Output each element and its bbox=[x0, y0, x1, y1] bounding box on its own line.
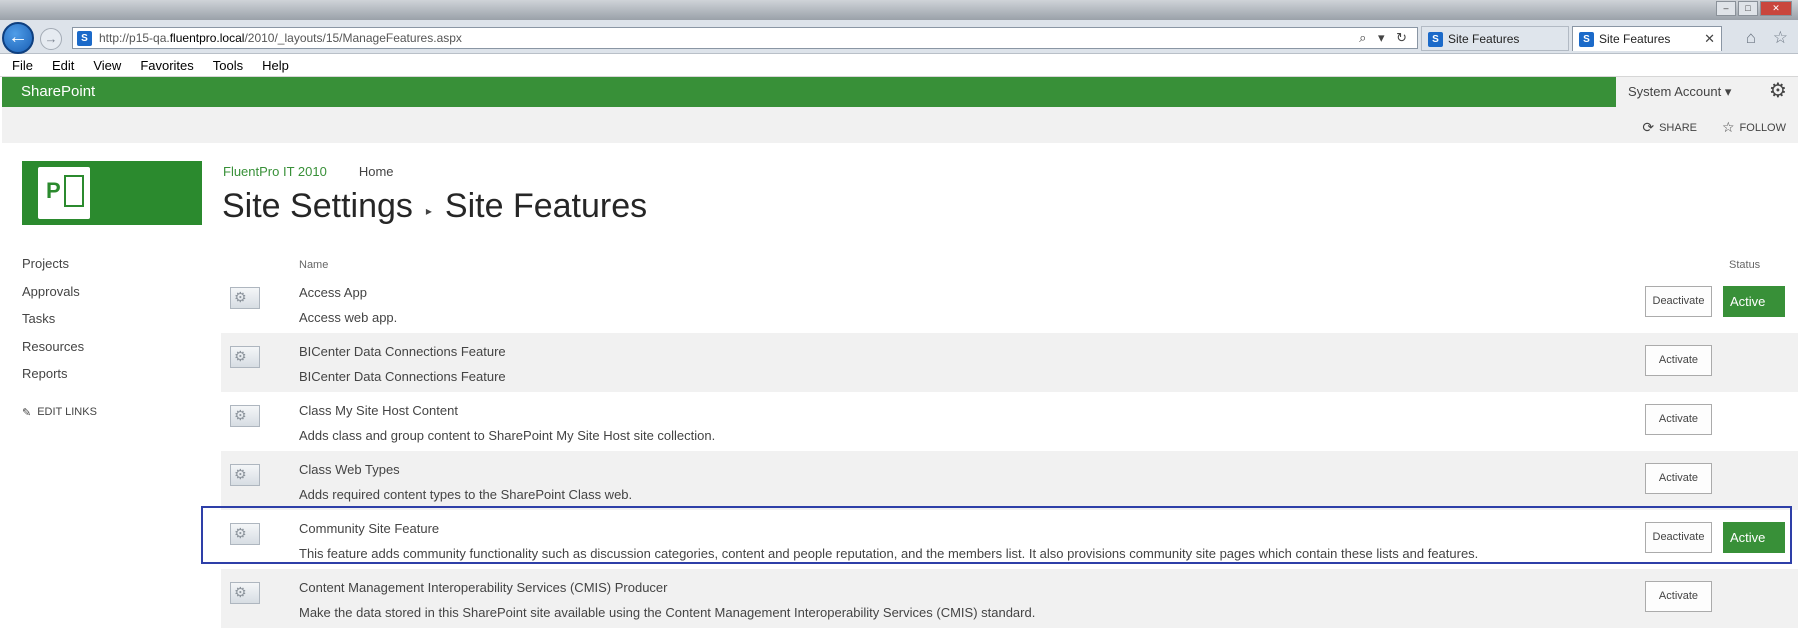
page-title: Site Settings ▸ Site Features bbox=[222, 187, 647, 226]
menu-bar: File Edit View Favorites Tools Help bbox=[0, 55, 1798, 77]
feature-name: Class My Site Host Content bbox=[299, 403, 458, 418]
feature-row: Access App Access web app. Deactivate Ac… bbox=[221, 274, 1798, 333]
url-text[interactable]: http://p15-qa.fluentpro.local/2010/_layo… bbox=[99, 31, 462, 45]
sharepoint-favicon-icon: S bbox=[1428, 32, 1443, 47]
minimize-button[interactable]: – bbox=[1716, 1, 1736, 16]
nav-item-resources[interactable]: Resources bbox=[22, 339, 84, 367]
follow-label: FOLLOW bbox=[1739, 121, 1786, 134]
forward-button[interactable]: → bbox=[40, 28, 62, 50]
highlight-box bbox=[201, 506, 1792, 564]
feature-icon bbox=[230, 405, 260, 427]
sharepoint-brand[interactable]: SharePoint bbox=[21, 83, 95, 100]
menu-file[interactable]: File bbox=[12, 55, 33, 76]
feature-name: BICenter Data Connections Feature bbox=[299, 344, 506, 359]
menu-favorites[interactable]: Favorites bbox=[140, 55, 193, 76]
tab-label: Site Features bbox=[1448, 32, 1520, 46]
activate-button[interactable]: Activate bbox=[1645, 345, 1712, 376]
activate-button[interactable]: Activate bbox=[1645, 581, 1712, 612]
share-label: SHARE bbox=[1659, 121, 1697, 134]
share-button[interactable]: ⟳ SHARE bbox=[1642, 119, 1697, 136]
maximize-button[interactable]: □ bbox=[1738, 1, 1758, 16]
feature-description: Adds required content types to the Share… bbox=[299, 487, 633, 502]
feature-row: BICenter Data Connections Feature BICent… bbox=[221, 333, 1798, 392]
feature-description: BICenter Data Connections Feature bbox=[299, 369, 506, 384]
deactivate-button[interactable]: Deactivate bbox=[1645, 286, 1712, 317]
feature-icon bbox=[230, 346, 260, 368]
status-badge: Active bbox=[1723, 286, 1785, 317]
title-site-features: Site Features bbox=[444, 187, 648, 225]
close-tab-icon[interactable]: ✕ bbox=[1704, 31, 1715, 47]
feature-description: Adds class and group content to SharePoi… bbox=[299, 428, 716, 443]
menu-edit[interactable]: Edit bbox=[52, 55, 74, 76]
share-icon: ⟳ bbox=[1642, 119, 1655, 135]
title-site-settings-link[interactable]: Site Settings bbox=[222, 187, 413, 226]
nav-item-approvals[interactable]: Approvals bbox=[22, 284, 84, 312]
window-titlebar: – □ ✕ bbox=[0, 0, 1798, 20]
close-window-button[interactable]: ✕ bbox=[1760, 1, 1792, 16]
nav-item-projects[interactable]: Projects bbox=[22, 256, 84, 284]
browser-tab-active[interactable]: S Site Features ✕ bbox=[1572, 26, 1722, 51]
feature-row: Content Management Interoperability Serv… bbox=[221, 569, 1798, 628]
breadcrumb: FluentPro IT 2010 Home bbox=[223, 164, 394, 179]
nav-item-tasks[interactable]: Tasks bbox=[22, 311, 84, 339]
edit-links-label: EDIT LINKS bbox=[37, 406, 97, 418]
address-row: ← → S http://p15-qa.fluentpro.local/2010… bbox=[0, 20, 1798, 54]
account-menu[interactable]: System Account ▾ bbox=[1616, 77, 1758, 107]
feature-description: Access web app. bbox=[299, 310, 398, 325]
back-button[interactable]: ← bbox=[2, 22, 34, 54]
menu-help[interactable]: Help bbox=[262, 55, 289, 76]
activate-button[interactable]: Activate bbox=[1645, 404, 1712, 435]
column-header-status: Status bbox=[1729, 259, 1761, 271]
menu-view[interactable]: View bbox=[93, 55, 121, 76]
activate-button[interactable]: Activate bbox=[1645, 463, 1712, 494]
feature-row: Class Web Types Adds required content ty… bbox=[221, 451, 1798, 510]
feature-row: Class My Site Host Content Adds class an… bbox=[221, 392, 1798, 451]
sharepoint-favicon-icon: S bbox=[77, 31, 92, 46]
home-favorites-icon[interactable]: ⌂ ☆ bbox=[1746, 28, 1794, 48]
feature-icon bbox=[230, 464, 260, 486]
breadcrumb-separator-icon: ▸ bbox=[425, 203, 432, 218]
action-bar: ⟳ SHARE ☆ FOLLOW bbox=[2, 107, 1798, 143]
address-bar[interactable]: S http://p15-qa.fluentpro.local/2010/_la… bbox=[72, 27, 1418, 49]
menu-tools[interactable]: Tools bbox=[213, 55, 243, 76]
sharepoint-favicon-icon: S bbox=[1579, 32, 1594, 47]
site-logo[interactable]: P bbox=[22, 161, 202, 225]
browser-tab[interactable]: S Site Features bbox=[1421, 26, 1569, 51]
gear-icon[interactable]: ⚙ bbox=[1758, 77, 1798, 107]
window-controls: – □ ✕ bbox=[1716, 1, 1792, 16]
nav-item-reports[interactable]: Reports bbox=[22, 366, 84, 394]
breadcrumb-home-link[interactable]: Home bbox=[359, 164, 394, 179]
quick-launch: Projects Approvals Tasks Resources Repor… bbox=[22, 256, 97, 419]
project-logo-icon: P bbox=[38, 167, 90, 219]
pencil-icon: ✎ bbox=[22, 407, 32, 419]
feature-icon bbox=[230, 582, 260, 604]
feature-name: Class Web Types bbox=[299, 462, 400, 477]
feature-icon bbox=[230, 287, 260, 309]
breadcrumb-site-link[interactable]: FluentPro IT 2010 bbox=[223, 164, 327, 179]
tab-label: Site Features bbox=[1599, 32, 1671, 46]
column-header-name: Name bbox=[299, 259, 329, 271]
feature-description: Make the data stored in this SharePoint … bbox=[299, 605, 1036, 620]
follow-button[interactable]: ☆ FOLLOW bbox=[1722, 119, 1786, 136]
search-refresh-icon[interactable]: ⌕ ▾ ↻ bbox=[1359, 30, 1411, 46]
feature-name: Access App bbox=[299, 285, 367, 300]
star-icon: ☆ bbox=[1721, 119, 1735, 135]
edit-links-button[interactable]: ✎ EDIT LINKS bbox=[22, 406, 162, 419]
suite-bar: SharePoint System Account ▾ ⚙ bbox=[2, 77, 1798, 107]
feature-name: Content Management Interoperability Serv… bbox=[299, 580, 668, 595]
